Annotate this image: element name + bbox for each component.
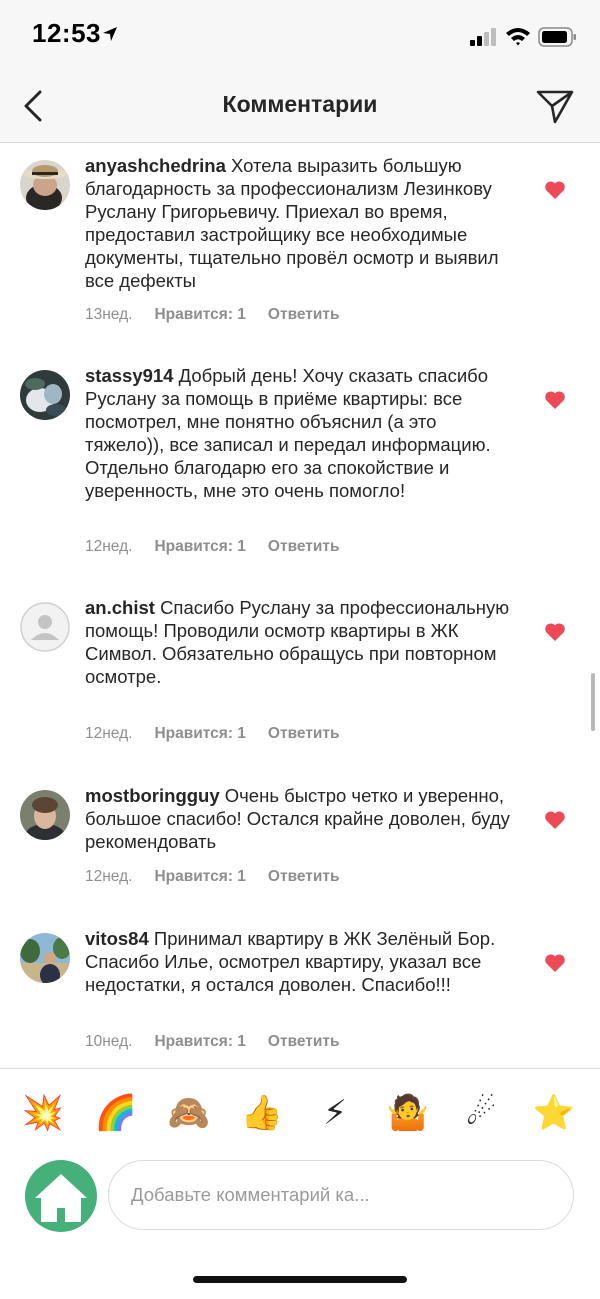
comment-text: vitos84 Принимал квартиру в ЖК Зелёный Б… bbox=[85, 927, 515, 996]
comment-meta: 13нед. Нравится: 1 Ответить bbox=[85, 306, 362, 324]
reply-button[interactable]: Ответить bbox=[268, 725, 340, 742]
shrug-emoji-button[interactable]: 🤷 bbox=[386, 1091, 430, 1135]
current-user-avatar bbox=[25, 1160, 97, 1232]
collision-emoji-button[interactable]: 💥 bbox=[21, 1091, 65, 1135]
comment-username[interactable]: anyashchedrina bbox=[85, 155, 226, 176]
comment-text: stassy914 Добрый день! Хочу сказать спас… bbox=[85, 364, 515, 502]
scroll-indicator[interactable] bbox=[591, 673, 595, 731]
comment-age: 12нед. bbox=[85, 868, 133, 885]
comment-age: 10нед. bbox=[85, 1033, 133, 1050]
comment-composer bbox=[108, 1160, 574, 1230]
comment-meta: 12нед. Нравится: 1 Ответить bbox=[85, 868, 362, 886]
wifi-icon bbox=[506, 28, 530, 46]
avatar-placeholder[interactable] bbox=[20, 602, 70, 652]
status-bar: 12:53 bbox=[0, 0, 600, 72]
reply-button[interactable]: Ответить bbox=[268, 538, 340, 555]
home-icon bbox=[35, 1174, 87, 1222]
avatar[interactable] bbox=[20, 790, 70, 840]
heart-icon[interactable] bbox=[544, 622, 566, 642]
location-arrow-icon bbox=[103, 27, 117, 41]
comment-username[interactable]: an.chist bbox=[85, 597, 155, 618]
reply-button[interactable]: Ответить bbox=[268, 1033, 340, 1050]
comment-likes[interactable]: Нравится: 1 bbox=[154, 1033, 245, 1050]
emoji-bar: 💥 🌈 🙈 👍 ⚡ 🤷 ☄ ⭐ bbox=[0, 1068, 600, 1157]
nav-bar: Комментарии bbox=[0, 72, 600, 143]
comment-meta: 10нед. Нравится: 1 Ответить bbox=[85, 1033, 362, 1051]
avatar[interactable] bbox=[20, 370, 70, 420]
thumbs-up-emoji-button[interactable]: 👍 bbox=[240, 1091, 284, 1135]
heart-icon[interactable] bbox=[544, 180, 566, 200]
page-title: Комментарии bbox=[222, 91, 378, 117]
comment-text: an.chist Спасибо Руслану за профессионал… bbox=[85, 596, 515, 688]
comment-likes[interactable]: Нравится: 1 bbox=[154, 725, 245, 742]
send-paper-plane-icon[interactable] bbox=[535, 86, 575, 126]
comment-text: mostboringguy Очень быстро четко и увере… bbox=[85, 784, 515, 853]
lightning-emoji-button[interactable]: ⚡ bbox=[313, 1091, 357, 1135]
comment-meta: 12нед. Нравится: 1 Ответить bbox=[85, 538, 362, 556]
home-indicator[interactable] bbox=[193, 1276, 407, 1283]
comment-text: anyashchedrina Хотела выразить большую б… bbox=[85, 154, 515, 292]
status-time: 12:53 bbox=[32, 18, 101, 48]
heart-icon[interactable] bbox=[544, 810, 566, 830]
comment-username[interactable]: mostboringguy bbox=[85, 785, 220, 806]
rainbow-emoji-button[interactable]: 🌈 bbox=[94, 1091, 138, 1135]
heart-icon[interactable] bbox=[544, 953, 566, 973]
comment-age: 12нед. bbox=[85, 725, 133, 742]
comment-likes[interactable]: Нравится: 1 bbox=[154, 538, 245, 555]
star-emoji-button[interactable]: ⭐ bbox=[532, 1091, 576, 1135]
avatar[interactable] bbox=[20, 160, 70, 210]
comment-age: 13нед. bbox=[85, 306, 133, 323]
comment-likes[interactable]: Нравится: 1 bbox=[154, 868, 245, 885]
cellular-signal-icon bbox=[470, 28, 496, 46]
comment-meta: 12нед. Нравится: 1 Ответить bbox=[85, 725, 362, 743]
comment-age: 12нед. bbox=[85, 538, 133, 555]
comet-emoji-button[interactable]: ☄ bbox=[459, 1091, 503, 1135]
comment-input[interactable] bbox=[129, 1161, 553, 1229]
comment-username[interactable]: stassy914 bbox=[85, 365, 173, 386]
reply-button[interactable]: Ответить bbox=[268, 868, 340, 885]
heart-icon[interactable] bbox=[544, 390, 566, 410]
battery-icon bbox=[538, 27, 576, 47]
see-no-evil-monkey-emoji-button[interactable]: 🙈 bbox=[167, 1091, 211, 1135]
comment-username[interactable]: vitos84 bbox=[85, 928, 149, 949]
comment-likes[interactable]: Нравится: 1 bbox=[154, 306, 245, 323]
avatar[interactable] bbox=[20, 933, 70, 983]
reply-button[interactable]: Ответить bbox=[268, 306, 340, 323]
